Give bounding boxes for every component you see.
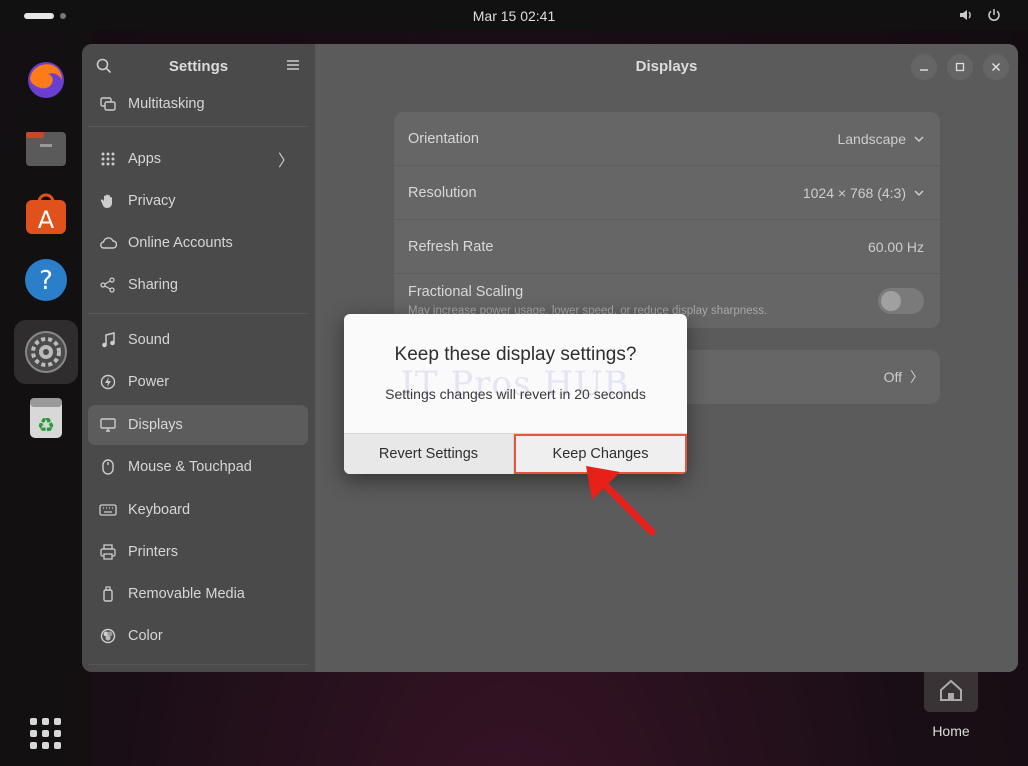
sidebar-item-mouse-touchpad[interactable]: Mouse & Touchpad [88, 447, 308, 487]
sidebar-item-printers[interactable]: Printers [88, 532, 308, 572]
printer-icon [88, 544, 128, 560]
minimize-icon [920, 69, 928, 71]
annotation-arrow-icon [586, 466, 656, 536]
top-bar: Mar 15 02:41 [0, 0, 1028, 30]
multitasking-icon [88, 96, 128, 112]
sidebar-separator [88, 664, 308, 665]
chevron-down-icon [914, 135, 924, 142]
files-icon[interactable] [24, 126, 68, 170]
hamburger-menu-icon[interactable] [286, 58, 300, 77]
chevron-right-icon: 〉 [910, 369, 924, 385]
power-icon [88, 374, 128, 390]
app-center-icon[interactable]: A [24, 192, 68, 236]
usb-icon [88, 586, 128, 602]
maximize-button[interactable] [947, 54, 973, 80]
keep-settings-dialog: IT Pros HUB Keep these display settings?… [344, 314, 687, 474]
keyboard-icon [88, 504, 128, 516]
revert-settings-button[interactable]: Revert Settings [344, 434, 514, 474]
sidebar-item-power[interactable]: Power [88, 362, 308, 402]
dock: A ? ♻ [0, 30, 92, 766]
minimize-button[interactable] [911, 54, 937, 80]
orientation-dropdown[interactable]: Landscape [837, 131, 924, 147]
resolution-row[interactable]: Resolution 1024 × 768 (4:3) [394, 166, 940, 220]
volume-icon[interactable] [958, 7, 974, 23]
sidebar-item-apps[interactable]: Apps 〉 [88, 139, 308, 179]
cloud-icon [88, 236, 128, 250]
apps-icon [88, 152, 128, 166]
close-button[interactable] [983, 54, 1009, 80]
maximize-icon [955, 62, 965, 72]
refresh-rate-value[interactable]: 60.00 Hz [868, 239, 924, 255]
home-folder-label[interactable]: Home [910, 723, 992, 739]
resolution-label: Resolution [408, 184, 477, 201]
color-icon [88, 628, 128, 644]
svg-text:♻: ♻ [37, 413, 55, 437]
dialog-message: Settings changes will revert in 20 secon… [385, 386, 646, 402]
sidebar-title: Settings [168, 58, 229, 75]
night-light-value: Off 〉 [883, 369, 924, 385]
sidebar-separator [88, 126, 308, 127]
refresh-rate-label: Refresh Rate [408, 238, 494, 255]
system-tray[interactable] [958, 7, 1002, 23]
sidebar-item-color[interactable]: Color [88, 616, 308, 656]
sidebar-item-keyboard[interactable]: Keyboard [88, 490, 308, 530]
share-icon [88, 277, 128, 293]
music-note-icon [88, 332, 128, 348]
sidebar-item-sound[interactable]: Sound [88, 320, 308, 360]
fractional-scaling-toggle[interactable] [878, 288, 924, 314]
svg-text:?: ? [39, 266, 53, 296]
svg-text:A: A [38, 206, 55, 234]
trash-icon[interactable]: ♻ [24, 396, 68, 440]
sidebar-item-sharing[interactable]: Sharing [88, 265, 308, 305]
settings-sidebar: Settings Multitasking Apps 〉 Privacy Onl… [82, 44, 315, 672]
settings-icon[interactable] [24, 330, 68, 374]
dialog-title: Keep these display settings? [394, 344, 637, 365]
fractional-scaling-label: Fractional Scaling [408, 284, 524, 300]
sidebar-item-multitasking[interactable]: Multitasking [88, 84, 308, 124]
display-settings-card: Orientation Landscape Resolution 1024 × … [394, 112, 940, 328]
help-icon[interactable]: ? [24, 258, 68, 302]
sidebar-item-removable-media[interactable]: Removable Media [88, 574, 308, 614]
power-menu-icon[interactable] [986, 7, 1002, 23]
clock[interactable]: Mar 15 02:41 [0, 8, 1028, 24]
sidebar-item-displays[interactable]: Displays [88, 405, 308, 445]
mouse-icon [88, 459, 128, 475]
orientation-label: Orientation [408, 130, 479, 147]
refresh-rate-row[interactable]: Refresh Rate 60.00 Hz [394, 220, 940, 274]
orientation-row[interactable]: Orientation Landscape [394, 112, 940, 166]
close-icon [991, 62, 1001, 72]
resolution-dropdown[interactable]: 1024 × 768 (4:3) [803, 185, 924, 201]
monitor-icon [88, 417, 128, 433]
hand-icon [88, 193, 128, 209]
chevron-down-icon [914, 189, 924, 196]
home-folder-icon[interactable] [924, 668, 978, 712]
sidebar-separator [88, 313, 308, 314]
show-apps-button[interactable] [30, 718, 61, 749]
chevron-right-icon: 〉 [277, 153, 294, 170]
firefox-icon[interactable] [24, 58, 68, 102]
sidebar-item-online-accounts[interactable]: Online Accounts [88, 223, 308, 263]
sidebar-item-privacy[interactable]: Privacy [88, 181, 308, 221]
